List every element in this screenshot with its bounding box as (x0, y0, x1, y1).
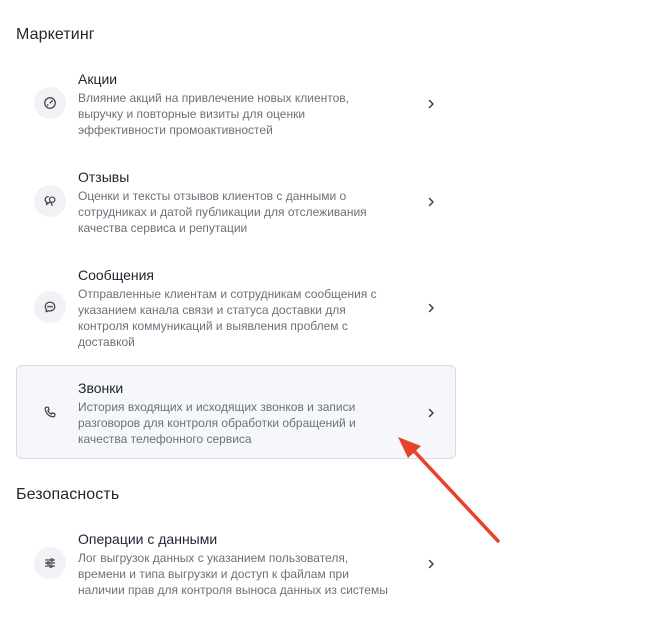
chevron-right-icon (425, 195, 437, 207)
chevron-right-icon (425, 301, 437, 313)
report-item-data-operations[interactable]: Операции с данными Лог выгрузок данных с… (16, 523, 456, 603)
item-description: Лог выгрузок данных с указанием пользова… (78, 551, 388, 597)
section-title-security: Безопасность (16, 486, 120, 503)
report-item-reviews[interactable]: Отзывы Оценки и тексты отзывов клиентов … (16, 161, 456, 241)
chevron-right-icon (425, 557, 437, 569)
phone-icon (34, 396, 66, 428)
item-description: Влияние акций на привлечение новых клиен… (78, 91, 350, 137)
chevron-right-icon (425, 97, 437, 109)
report-item-calls[interactable]: Звонки История входящих и исходящих звон… (16, 365, 456, 459)
report-item-promotions[interactable]: Акции Влияние акций на привлечение новых… (16, 63, 456, 143)
chevron-right-icon (425, 406, 437, 418)
item-title: Звонки (78, 380, 124, 396)
item-description: Оценки и тексты отзывов клиентов с данны… (78, 189, 367, 235)
item-title: Акции (78, 71, 118, 87)
report-item-messages[interactable]: Сообщения Отправленные клиентам и сотруд… (16, 259, 456, 353)
promo-gauge-icon (34, 87, 66, 119)
review-feedback-icon (34, 185, 66, 217)
item-description: Отправленные клиентам и сотрудникам сооб… (78, 287, 377, 349)
message-bubble-icon (34, 291, 66, 323)
item-description: История входящих и исходящих звонков и з… (78, 400, 356, 446)
item-title: Операции с данными (78, 531, 218, 547)
sliders-icon (34, 547, 66, 579)
item-title: Сообщения (78, 267, 154, 283)
item-title: Отзывы (78, 169, 130, 185)
section-title-marketing: Маркетинг (16, 26, 95, 43)
